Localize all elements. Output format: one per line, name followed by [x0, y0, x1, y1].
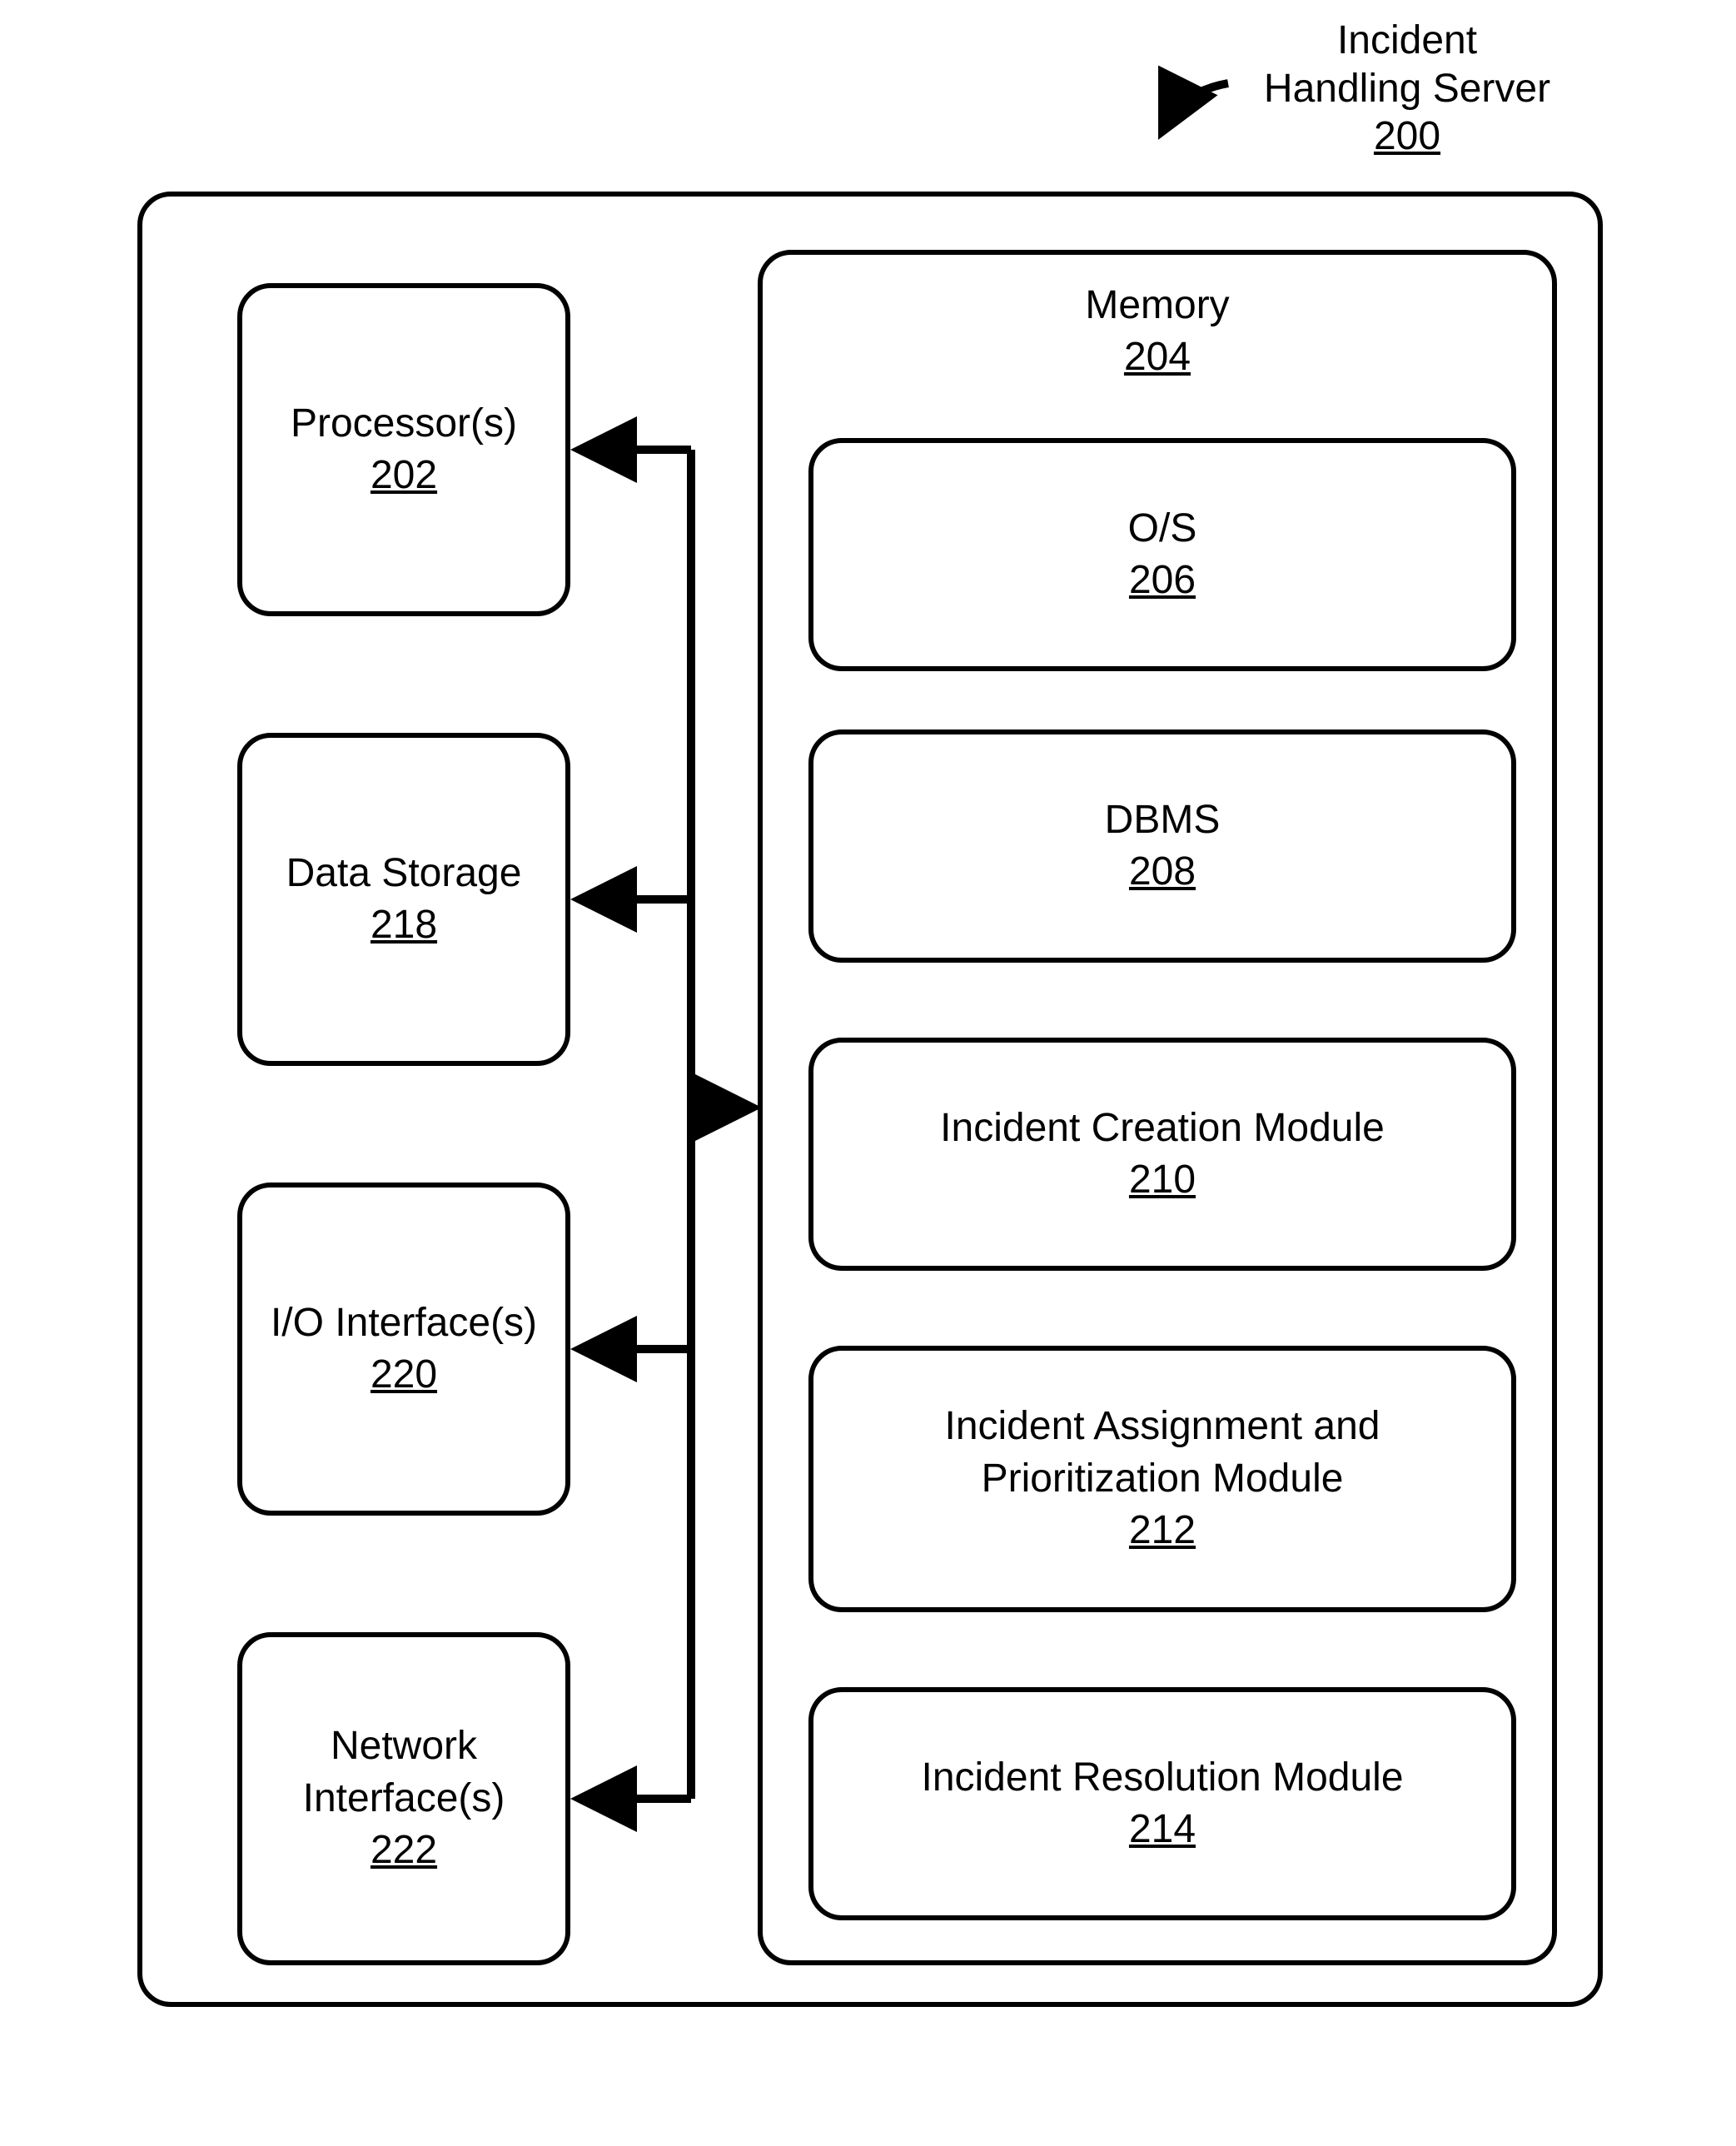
title-line2: Handling Server — [1264, 67, 1550, 111]
network-line2: Interface(s) — [303, 1773, 505, 1825]
title-line1: Incident — [1337, 18, 1477, 62]
network-line1: Network — [331, 1720, 477, 1772]
memory-label: Memory — [1085, 283, 1229, 327]
dbms-ref: 208 — [1129, 846, 1196, 898]
title-ref: 200 — [1374, 114, 1440, 158]
memory-ref: 204 — [1124, 335, 1191, 379]
dbms-label: DBMS — [1105, 794, 1221, 846]
creation-ref: 210 — [1129, 1154, 1196, 1206]
processor-box: Processor(s) 202 — [237, 283, 570, 616]
memory-box: Memory 204 O/S 206 DBMS 208 Incident Cre… — [758, 250, 1557, 1965]
creation-label: Incident Creation Module — [940, 1103, 1385, 1154]
network-ref: 222 — [371, 1825, 437, 1876]
os-label: O/S — [1128, 503, 1197, 555]
assignment-line1: Incident Assignment and — [944, 1401, 1380, 1452]
network-box: Network Interface(s) 222 — [237, 1632, 570, 1965]
os-ref: 206 — [1129, 555, 1196, 606]
memory-title: Memory 204 — [763, 280, 1552, 384]
dbms-module-box: DBMS 208 — [808, 729, 1516, 963]
assignment-line2: Prioritization Module — [982, 1453, 1344, 1505]
storage-box: Data Storage 218 — [237, 733, 570, 1066]
assignment-module-box: Incident Assignment and Prioritization M… — [808, 1346, 1516, 1612]
assignment-ref: 212 — [1129, 1505, 1196, 1556]
resolution-label: Incident Resolution Module — [921, 1752, 1403, 1804]
processor-ref: 202 — [371, 450, 437, 501]
io-box: I/O Interface(s) 220 — [237, 1183, 570, 1516]
os-module-box: O/S 206 — [808, 438, 1516, 671]
processor-label: Processor(s) — [291, 398, 517, 450]
diagram-title: Incident Handling Server 200 — [1199, 17, 1615, 161]
creation-module-box: Incident Creation Module 210 — [808, 1038, 1516, 1271]
diagram-container: Incident Handling Server 200 Processor(s… — [0, 0, 1736, 2146]
storage-label: Data Storage — [286, 848, 522, 899]
resolution-ref: 214 — [1129, 1804, 1196, 1855]
resolution-module-box: Incident Resolution Module 214 — [808, 1687, 1516, 1920]
io-ref: 220 — [371, 1349, 437, 1401]
io-label: I/O Interface(s) — [271, 1297, 537, 1349]
storage-ref: 218 — [371, 899, 437, 951]
